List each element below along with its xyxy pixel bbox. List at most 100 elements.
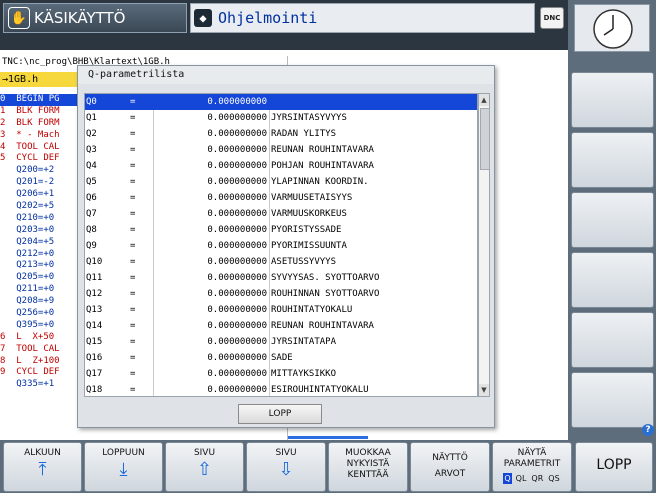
softkey-start-label: ALKUUN [24,448,61,458]
program-line[interactable]: Q203=+0 [0,225,80,237]
program-line[interactable]: Q212=+0 [0,249,80,261]
q-param-eq: = [130,385,136,395]
q-parameter-row[interactable]: Q4 = 0.000000000 POHJAN ROUHINTAVARA [85,158,477,174]
q-parameter-row[interactable]: Q1 = 0.000000000 JYRSINTASYVYYS [85,110,477,126]
side-softkey-6[interactable] [571,372,654,428]
softkey-end-lopp[interactable]: LOPP [575,442,653,492]
program-line[interactable]: 1 BLK FORM [0,106,80,118]
edit-diamond-icon: ◆ [194,9,212,27]
q-param-eq: = [130,305,136,315]
side-softkey-5[interactable] [571,312,654,368]
q-parameter-row[interactable]: Q11 = 0.000000000 SYVYYSAS. SYOTTOARVO [85,270,477,286]
q-param-value: 0.000000000 [207,369,267,379]
program-line[interactable]: Q213=+0 [0,260,80,272]
program-line[interactable]: 2 BLK FORM [0,118,80,130]
q-param-eq: = [130,177,136,187]
q-parameter-row[interactable]: Q15 = 0.000000000 JYRSINTATAPA [85,334,477,350]
hand-icon: ✋ [8,7,30,29]
q-parameter-row[interactable]: Q7 = 0.000000000 VARMUUSKORKEUS [85,206,477,222]
softkey-page-up[interactable]: SIVU ⇧ [165,442,244,492]
q-param-value: 0.000000000 [207,257,267,267]
q-param-name: Q15 [86,337,103,347]
q-param-eq: = [130,257,136,267]
program-line[interactable]: 5 CYCL DEF [0,153,80,165]
q-parameter-row[interactable]: Q6 = 0.000000000 VARMUUSETAISYYS [85,190,477,206]
q-param-eq: = [130,97,136,107]
q-parameter-row[interactable]: Q18 = 0.000000000 ESIROUHINTATYOKALU [85,382,477,396]
q-parameter-row[interactable]: Q0 = 0.000000000 [85,94,477,110]
q-param-desc: SADE [271,353,293,363]
scroll-thumb[interactable] [480,108,490,170]
program-line[interactable]: Q335=+1 [0,379,80,391]
program-line[interactable]: 3 * - Mach [0,130,80,142]
q-param-eq: = [130,145,136,155]
q-param-desc: PYORIMISSUUNTA [271,241,347,251]
q-parameter-row[interactable]: Q12 = 0.000000000 ROUHINNAN SYOTTOARVO [85,286,477,302]
dialog-close-button[interactable]: LOPP [238,404,322,424]
program-line[interactable]: Q205=+0 [0,272,80,284]
q-param-desc: JYRSINTATAPA [271,337,337,347]
list-scrollbar[interactable]: ▲ ▼ [478,93,490,397]
side-softkey-1[interactable] [571,72,654,128]
program-lines[interactable]: 0 BEGIN PG 1 BLK FORM 2 BLK FORM 3 * - Mach… [0,94,80,391]
program-line[interactable]: Q210=+0 [0,213,80,225]
q-param-name: Q13 [86,305,103,315]
q-parameter-row[interactable]: Q14 = 0.000000000 REUNAN ROUHINTAVARA [85,318,477,334]
program-line[interactable]: 9 CYCL DEF [0,367,80,379]
softkey-edit-field[interactable]: MUOKKAA NYKYISTÄ KENTTÄÄ [328,442,408,492]
program-line[interactable]: Q206=+1 [0,189,80,201]
program-line[interactable]: Q395=+0 [0,320,80,332]
scroll-down-icon[interactable]: ▼ [479,384,489,396]
q-param-desc: POHJAN ROUHINTAVARA [271,161,374,171]
q-parameter-row[interactable]: Q3 = 0.000000000 REUNAN ROUHINTAVARA [85,142,477,158]
softkey-display-line1: NÄYTTÖ [432,453,468,463]
q-param-name: Q9 [86,241,97,251]
q-parameter-row[interactable]: Q17 = 0.000000000 MITTAYKSIKKO [85,366,477,382]
q-parameter-row[interactable]: Q10 = 0.000000000 ASETUSSYVYYS [85,254,477,270]
program-line[interactable]: Q201=-2 [0,177,80,189]
softkey-page-down[interactable]: SIVU ⇩ [246,442,326,492]
q-parameter-list[interactable]: Q0 = 0.000000000 Q1 = 0.000000000 JYRSINTASYVY… [84,93,478,397]
q-parameter-row[interactable]: Q8 = 0.000000000 PYORISTYSSADE [85,222,477,238]
softkey-start[interactable]: ALKUUN ⤒ [3,442,82,492]
program-line[interactable]: 6 L X+50 [0,332,80,344]
side-softkey-2[interactable] [571,132,654,188]
mode-tab-manual[interactable]: ✋ KÄSIKÄYTTÖ [3,3,187,33]
program-filename: →1GB.h [0,72,78,87]
program-line[interactable]: 0 BEGIN PG [0,94,80,106]
arrow-down-to-bottom-icon: ⤓ [119,459,128,480]
q-param-value: 0.000000000 [207,145,267,155]
q-param-name: Q4 [86,161,97,171]
q-parameter-row[interactable]: Q5 = 0.000000000 YLAPINNAN KOORDIN. [85,174,477,190]
dnc-icon[interactable]: DNC [540,7,564,29]
q-param-value: 0.000000000 [207,113,267,123]
softkey-show-line2: PARAMETRIT [503,459,561,469]
program-line[interactable]: Q211=+0 [0,284,80,296]
side-softkey-4[interactable] [571,252,654,308]
program-line[interactable]: 8 L Z+100 [0,356,80,368]
program-line[interactable]: Q256=+0 [0,308,80,320]
program-line[interactable]: 4 TOOL CAL [0,142,80,154]
program-line[interactable]: Q202=+5 [0,201,80,213]
q-param-desc: JYRSINTASYVYYS [271,113,347,123]
q-parameter-row[interactable]: Q13 = 0.000000000 ROUHINTATYOKALU [85,302,477,318]
mode-tab-programming[interactable]: ◆ Ohjelmointi [190,3,535,33]
program-line[interactable]: Q200=+2 [0,165,80,177]
program-label: Ohjelmointi [218,9,318,27]
q-parameter-row[interactable]: Q9 = 0.000000000 PYORIMISSUUNTA [85,238,477,254]
q-parameter-row[interactable]: Q16 = 0.000000000 SADE [85,350,477,366]
q-param-desc: ROUHINTATYOKALU [271,305,353,315]
q-parameter-row[interactable]: Q2 = 0.000000000 RADAN YLITYS [85,126,477,142]
scroll-up-icon[interactable]: ▲ [479,94,489,106]
softkey-end[interactable]: LOPPUUN ⤓ [84,442,163,492]
program-line[interactable]: 7 TOOL CAL [0,344,80,356]
q-param-name: Q18 [86,385,103,395]
side-softkey-3[interactable] [571,192,654,248]
program-line[interactable]: Q204=+5 [0,237,80,249]
softkey-show-line1: NÄYTÄ [517,448,547,458]
help-icon[interactable]: ? [642,424,654,436]
program-line[interactable]: Q208=+9 [0,296,80,308]
arrow-down-icon: ⇩ [278,459,294,480]
softkey-show-parameters[interactable]: NÄYTÄ PARAMETRIT Q QL QR QS [492,442,572,492]
softkey-display-values[interactable]: NÄYTTÖ ARVOT [410,442,490,492]
